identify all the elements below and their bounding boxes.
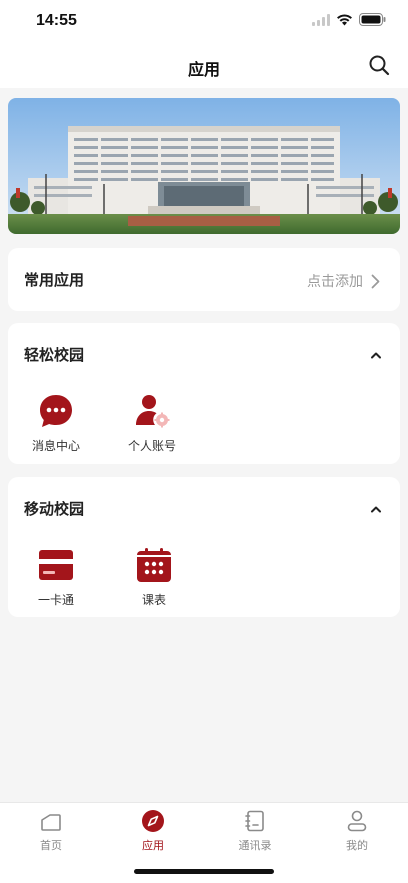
app-personal-account[interactable]: 个人账号 bbox=[112, 393, 192, 454]
easy-campus-card: 轻松校园 消息中心 个人账号 bbox=[8, 323, 400, 464]
user-settings-icon bbox=[136, 395, 170, 428]
card-icon bbox=[39, 550, 73, 580]
contacts-book-icon bbox=[245, 810, 264, 832]
tab-contacts[interactable]: 通讯录 bbox=[204, 809, 306, 853]
signal-icon bbox=[312, 13, 330, 26]
app-label: 个人账号 bbox=[127, 439, 176, 453]
tab-label: 首页 bbox=[40, 839, 62, 852]
home-indicator bbox=[134, 869, 274, 874]
chevron-up-icon[interactable] bbox=[370, 349, 382, 361]
wifi-icon bbox=[337, 13, 352, 25]
tab-label: 应用 bbox=[142, 839, 164, 852]
campus-building-image bbox=[8, 98, 400, 234]
tab-label: 通讯录 bbox=[238, 839, 272, 852]
add-frequent-apps-link[interactable]: 点击添加 bbox=[307, 271, 380, 291]
app-label: 课表 bbox=[141, 593, 166, 607]
frequent-apps-title: 常用应用 bbox=[24, 271, 85, 289]
chevron-right-icon bbox=[371, 274, 380, 288]
compass-icon bbox=[142, 810, 164, 832]
frequent-apps-card[interactable]: 常用应用 点击添加 bbox=[8, 248, 400, 311]
tab-mine[interactable]: 我的 bbox=[306, 809, 408, 853]
app-message-center[interactable]: 消息中心 bbox=[16, 393, 96, 454]
chat-bubble-icon bbox=[40, 395, 72, 427]
mobile-campus-title: 移动校园 bbox=[24, 500, 85, 518]
chevron-up-icon[interactable] bbox=[370, 503, 382, 515]
status-icons bbox=[312, 13, 386, 26]
campus-banner[interactable] bbox=[8, 98, 400, 234]
nav-bar: 应用 bbox=[0, 44, 408, 88]
app-label: 消息中心 bbox=[31, 439, 80, 453]
tab-home[interactable]: 首页 bbox=[0, 809, 102, 853]
add-frequent-apps-label: 点击添加 bbox=[307, 274, 363, 290]
easy-campus-title: 轻松校园 bbox=[24, 346, 85, 364]
tab-label: 我的 bbox=[346, 839, 368, 852]
search-icon[interactable] bbox=[368, 54, 390, 76]
app-label: 一卡通 bbox=[37, 593, 74, 607]
tab-apps[interactable]: 应用 bbox=[102, 809, 204, 853]
status-time: 14:55 bbox=[36, 12, 77, 29]
person-icon bbox=[347, 810, 367, 832]
mobile-campus-card: 移动校园 一卡通 课表 bbox=[8, 477, 400, 617]
status-bar: 14:55 bbox=[0, 0, 408, 44]
page-title: 应用 bbox=[187, 60, 220, 79]
calendar-icon bbox=[137, 548, 171, 582]
home-icon bbox=[41, 814, 61, 831]
battery-icon bbox=[359, 13, 386, 26]
app-campus-card[interactable]: 一卡通 bbox=[16, 547, 96, 608]
app-timetable[interactable]: 课表 bbox=[114, 547, 194, 608]
